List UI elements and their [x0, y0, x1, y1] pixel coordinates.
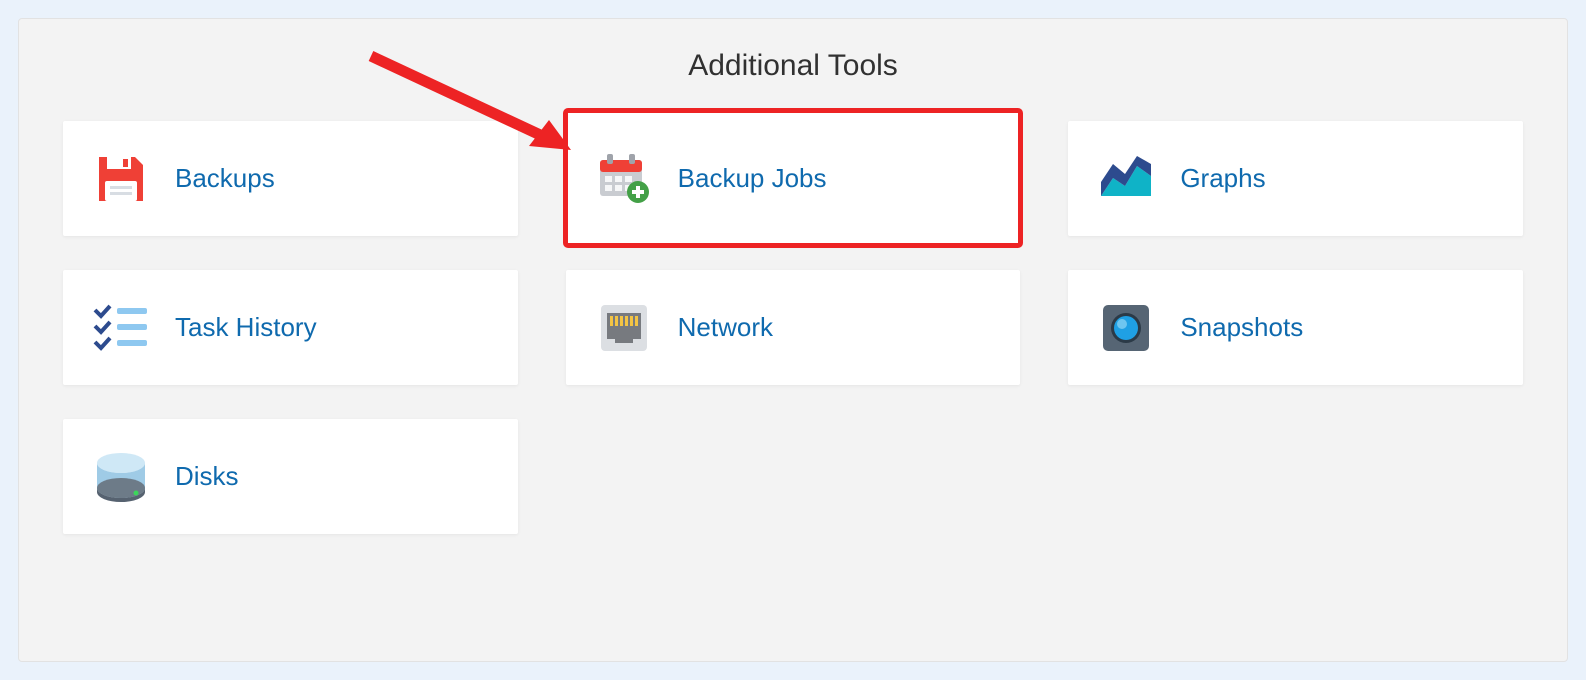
section-title: Additional Tools — [59, 49, 1527, 83]
tool-label: Snapshots — [1180, 312, 1303, 343]
tool-label: Network — [678, 312, 773, 343]
tool-card-backup-jobs[interactable]: Backup Jobs — [566, 111, 1021, 245]
tool-card-disks[interactable]: Disks — [63, 419, 518, 534]
tool-label: Task History — [175, 312, 317, 343]
tool-label: Backups — [175, 163, 275, 194]
tool-card-task-history[interactable]: Task History — [63, 270, 518, 385]
camera-lens-icon — [1096, 298, 1156, 358]
tools-grid: Backups — [59, 121, 1527, 534]
checklist-icon — [91, 298, 151, 358]
ethernet-port-icon — [594, 298, 654, 358]
tool-card-snapshots[interactable]: Snapshots — [1068, 270, 1523, 385]
additional-tools-panel: Additional Tools Backups — [18, 18, 1568, 662]
calendar-add-icon — [594, 148, 654, 208]
area-chart-icon — [1096, 149, 1156, 209]
tool-label: Backup Jobs — [678, 163, 827, 194]
floppy-disk-icon — [91, 149, 151, 209]
tool-card-graphs[interactable]: Graphs — [1068, 121, 1523, 236]
tool-card-backups[interactable]: Backups — [63, 121, 518, 236]
hard-drive-icon — [91, 447, 151, 507]
tool-card-network[interactable]: Network — [566, 270, 1021, 385]
tool-label: Graphs — [1180, 163, 1265, 194]
tool-label: Disks — [175, 461, 239, 492]
